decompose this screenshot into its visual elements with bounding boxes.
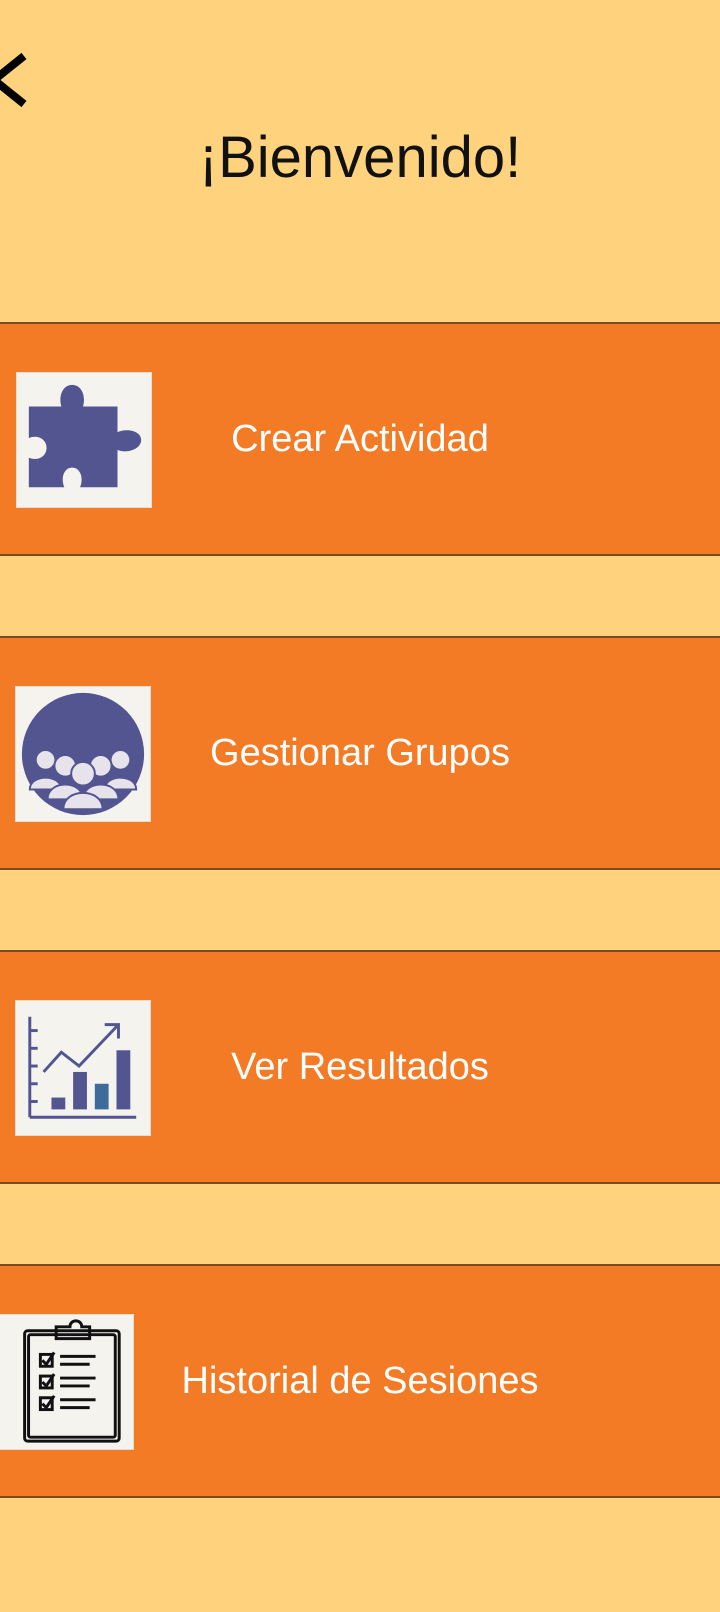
create-activity-label: Crear Actividad (231, 418, 489, 460)
manage-groups-label: Gestionar Grupos (210, 732, 510, 774)
view-results-button[interactable]: Ver Resultados (0, 950, 720, 1184)
view-results-label: Ver Resultados (231, 1046, 489, 1088)
session-history-label: Historial de Sesiones (181, 1360, 539, 1402)
create-activity-button[interactable]: Crear Actividad (0, 322, 720, 556)
session-history-button[interactable]: Historial de Sesiones (0, 1264, 720, 1498)
chevron-left-icon (0, 38, 28, 122)
page-title: ¡Bienvenido! (198, 125, 522, 190)
back-button[interactable] (0, 38, 28, 122)
manage-groups-button[interactable]: Gestionar Grupos (0, 636, 720, 870)
